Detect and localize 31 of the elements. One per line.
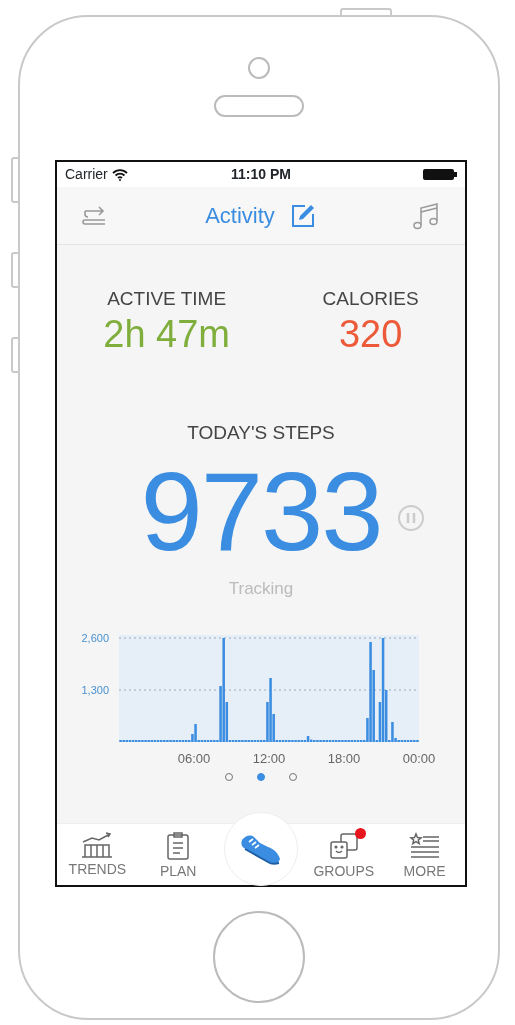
carrier-label: Carrier xyxy=(65,165,108,184)
step-count: 9733 xyxy=(140,455,382,568)
x-axis-label: 12:00 xyxy=(252,751,286,766)
stat-label: ACTIVE TIME xyxy=(107,287,227,311)
plan-icon xyxy=(166,832,191,860)
home-button[interactable] xyxy=(213,911,305,1003)
tracking-status: Tracking xyxy=(228,578,294,598)
x-axis-label: 06:00 xyxy=(177,751,211,766)
music-icon[interactable] xyxy=(411,200,441,231)
x-axis-label: 18:00 xyxy=(327,751,361,766)
y-axis-label: 2,600 xyxy=(81,632,109,645)
more-icon xyxy=(408,832,441,860)
page-dot[interactable] xyxy=(257,773,265,782)
stat-value: 2h 47m xyxy=(103,313,231,356)
camera xyxy=(248,57,270,79)
groups-icon xyxy=(327,832,360,860)
edit-icon[interactable] xyxy=(290,203,315,228)
trends-icon xyxy=(80,832,115,858)
battery-icon xyxy=(423,169,457,180)
tab-item[interactable]: MORE xyxy=(389,824,460,878)
steps-label: TODAY'S STEPS xyxy=(187,421,335,446)
screen-title: Activity xyxy=(205,202,275,230)
tab-item[interactable]: PLAN xyxy=(143,824,214,878)
y-axis-label: 1,300 xyxy=(81,684,109,697)
status-time: 11:10 PM xyxy=(231,165,291,184)
tab-item[interactable]: TRENDS xyxy=(62,824,133,876)
tab-item[interactable]: GROUPS xyxy=(308,824,379,878)
stat-value: 320 xyxy=(338,313,403,356)
stat-label: CALORIES xyxy=(322,287,419,311)
wifi-icon xyxy=(111,168,128,181)
x-axis-label: 00:00 xyxy=(402,751,436,766)
